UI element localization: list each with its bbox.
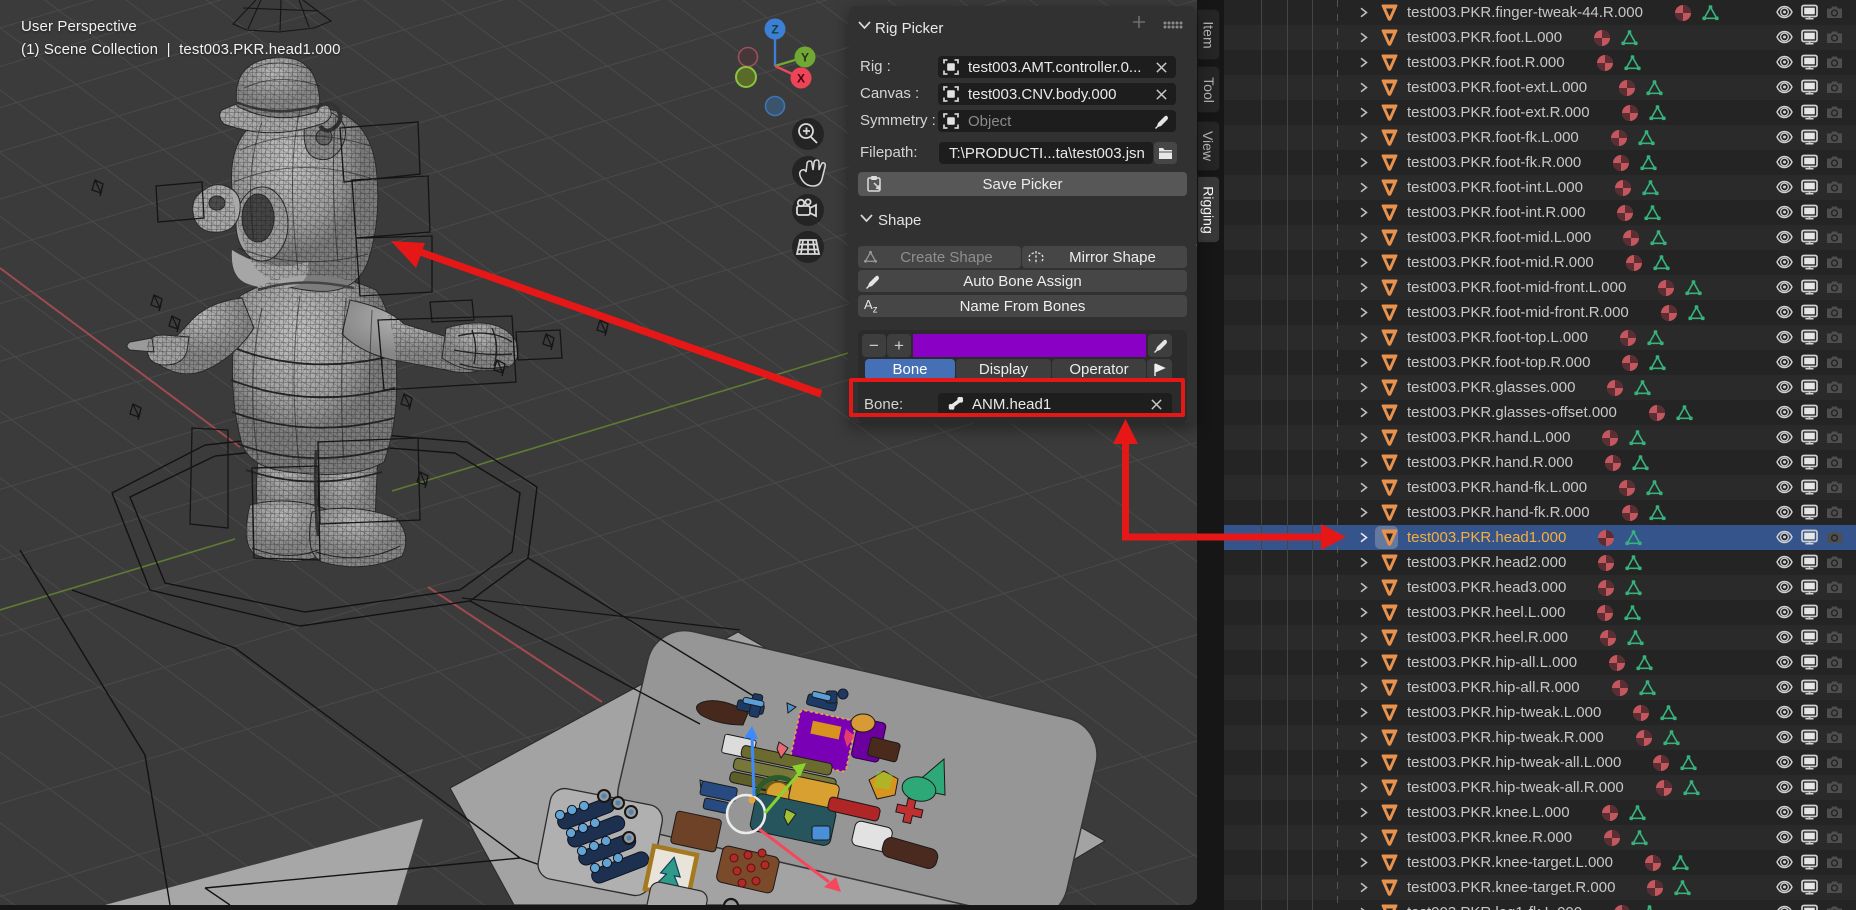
svg-text:Y: Y: [801, 51, 809, 65]
svg-text:Z: Z: [771, 23, 778, 37]
svg-text:X: X: [797, 72, 805, 86]
